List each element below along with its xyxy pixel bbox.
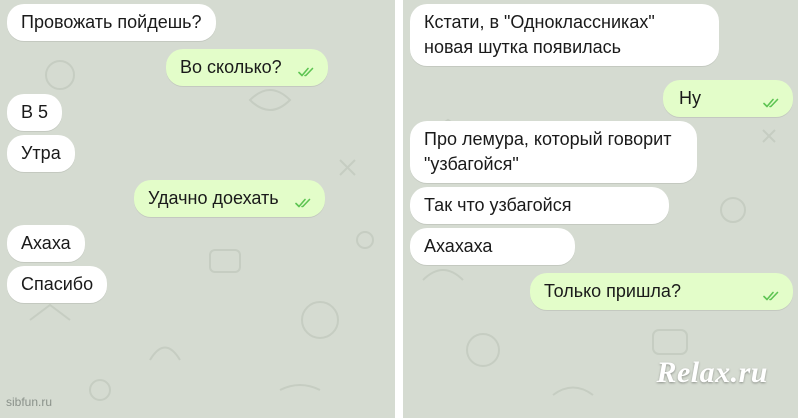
message-bubble-incoming[interactable]: Про лемура, который говорит "узбагойся" xyxy=(410,121,697,183)
message-text-line: "узбагойся" xyxy=(424,154,519,174)
double-check-icon xyxy=(763,98,781,108)
message-bubble-outgoing[interactable]: Удачно доехать xyxy=(134,180,325,217)
message-text: Удачно доехать xyxy=(148,188,279,208)
message-bubble-outgoing[interactable]: Только пришла? xyxy=(530,273,793,310)
message-text: Так что узбагойся xyxy=(424,195,572,215)
message-bubble-incoming[interactable]: Утра xyxy=(7,135,75,172)
message-bubble-incoming[interactable]: Кстати, в "Одноклассниках" новая шутка п… xyxy=(410,4,719,66)
message-bubble-incoming[interactable]: Так что узбагойся xyxy=(410,187,669,224)
message-bubble-incoming[interactable]: Провожать пойдешь? xyxy=(7,4,216,41)
watermark-logo: Relax.ru xyxy=(656,356,768,389)
message-text: Ахаха xyxy=(21,233,71,253)
message-text: Спасибо xyxy=(21,274,94,294)
message-text: Провожать пойдешь? xyxy=(21,12,202,32)
message-text-line: Кстати, в "Одноклассниках" xyxy=(424,12,655,32)
message-bubble-incoming[interactable]: В 5 xyxy=(7,94,63,131)
message-bubble-incoming[interactable]: Спасибо xyxy=(7,266,108,303)
message-text-line: новая шутка появилась xyxy=(424,37,622,57)
chat-panel-right: Кстати, в "Одноклассниках" новая шутка п… xyxy=(403,0,798,418)
panel-divider xyxy=(395,0,403,418)
chat-panel-left: Провожать пойдешь? Во сколько? В 5 Утра … xyxy=(0,0,395,418)
message-text: В 5 xyxy=(21,102,49,122)
message-text-line: Про лемура, который говорит xyxy=(424,129,672,149)
message-bubble-incoming[interactable]: Ахахаха xyxy=(410,228,575,265)
message-bubble-outgoing[interactable]: Ну xyxy=(663,80,793,117)
double-check-icon xyxy=(295,198,313,208)
double-check-icon xyxy=(298,67,316,77)
message-bubble-outgoing[interactable]: Во сколько? xyxy=(166,49,328,86)
source-credit: sibfun.ru xyxy=(6,395,53,409)
message-text: Утра xyxy=(21,143,61,163)
message-bubble-incoming[interactable]: Ахаха xyxy=(7,225,85,262)
message-text: Ахахаха xyxy=(424,236,493,256)
double-check-icon xyxy=(763,291,781,301)
message-text: Ну xyxy=(679,88,701,108)
message-text: Только пришла? xyxy=(544,281,681,301)
message-text: Во сколько? xyxy=(180,57,282,77)
